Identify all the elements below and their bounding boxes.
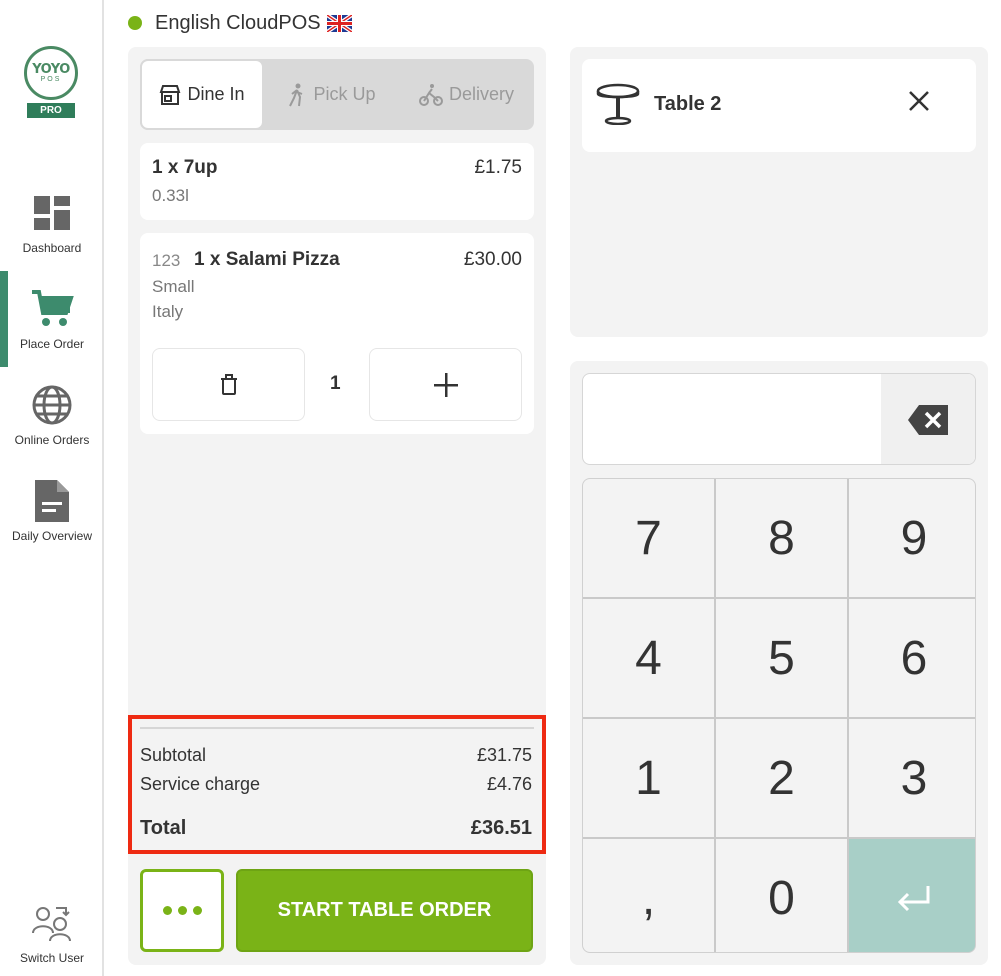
item-detail: 0.33l xyxy=(152,186,189,205)
uk-flag-icon xyxy=(325,12,353,34)
sidebar-item-label: Online Orders xyxy=(14,433,90,447)
sidebar-item-dashboard[interactable]: Dashboard xyxy=(0,175,104,271)
backspace-icon xyxy=(908,405,948,435)
key-3[interactable]: 3 xyxy=(849,719,975,837)
key-5[interactable]: 5 xyxy=(716,599,847,717)
key-4[interactable]: 4 xyxy=(583,599,714,717)
logo-brand: YOYO xyxy=(32,61,70,77)
app-root: YOYO POS PRO Dashboard Place Order Onlin… xyxy=(0,0,1001,976)
document-icon xyxy=(30,479,74,523)
item-price: £30.00 xyxy=(463,249,522,270)
sidebar-item-place-order[interactable]: Place Order xyxy=(0,271,104,367)
dashboard-icon xyxy=(30,191,74,235)
pick-up-label: Pick Up xyxy=(313,84,376,104)
dot xyxy=(192,906,202,915)
backspace-button[interactable] xyxy=(881,374,975,464)
status-dot xyxy=(128,16,142,30)
cart-icon xyxy=(30,287,74,331)
order-type-selector: Dine In Pick Up Delivery xyxy=(140,59,534,130)
subtotal-label: Subtotal xyxy=(140,745,207,765)
service-charge-row: Service charge £4.76 xyxy=(140,774,532,795)
divider xyxy=(140,727,534,729)
switch-user-button[interactable]: Switch User xyxy=(0,890,104,976)
table-icon xyxy=(596,83,640,130)
enter-button[interactable] xyxy=(849,839,975,952)
item-price: £1.75 xyxy=(474,157,522,178)
order-panel: Dine In Pick Up Delivery 1 x 7up £1.75 0… xyxy=(128,47,546,965)
item-code: 123 xyxy=(152,251,181,270)
store-icon xyxy=(160,84,181,105)
key-7[interactable]: 7 xyxy=(583,479,714,597)
order-item-expanded[interactable]: 123 1 x Salami Pizza £30.00 Small Italy … xyxy=(140,233,534,434)
sidebar-item-daily-overview[interactable]: Daily Overview xyxy=(0,463,104,559)
logo: YOYO POS PRO xyxy=(24,46,78,118)
bicycle-icon xyxy=(418,83,443,106)
sidebar-item-label: Daily Overview xyxy=(11,529,92,543)
item-detail: Italy xyxy=(152,302,184,321)
table-card: Table 2 xyxy=(582,59,976,152)
keypad-panel: 7 8 9 4 5 6 1 2 3 , 0 xyxy=(570,361,988,965)
key-8[interactable]: 8 xyxy=(716,479,847,597)
sidebar: YOYO POS PRO Dashboard Place Order Onlin… xyxy=(0,0,104,976)
sidebar-item-label: Dashboard xyxy=(22,241,82,255)
table-panel: Table 2 xyxy=(570,47,988,337)
item-name: 1 x 7up xyxy=(152,157,218,178)
increase-quantity-button[interactable] xyxy=(369,348,522,421)
switch-user-icon xyxy=(30,901,74,945)
service-charge-value: £4.76 xyxy=(486,774,532,794)
switch-user-label: Switch User xyxy=(19,951,84,965)
trash-icon xyxy=(220,373,237,395)
key-comma[interactable]: , xyxy=(583,839,714,952)
sidebar-item-online-orders[interactable]: Online Orders xyxy=(0,367,104,463)
key-9[interactable]: 9 xyxy=(849,479,975,597)
delivery-tab[interactable]: Delivery xyxy=(399,59,534,130)
key-6[interactable]: 6 xyxy=(849,599,975,717)
table-name: Table 2 xyxy=(654,93,722,115)
order-item[interactable]: 1 x 7up £1.75 0.33l xyxy=(140,143,534,220)
keypad-display xyxy=(582,373,976,465)
subtotal-row: Subtotal £31.75 xyxy=(140,745,532,766)
key-2[interactable]: 2 xyxy=(716,719,847,837)
totals-section: Subtotal £31.75 Service charge £4.76 Tot… xyxy=(128,715,546,854)
delivery-label: Delivery xyxy=(448,84,514,104)
header-title: English CloudPOS xyxy=(155,11,321,34)
keypad-grid: 7 8 9 4 5 6 1 2 3 , 0 xyxy=(582,478,976,953)
globe-icon xyxy=(30,383,74,427)
walking-icon xyxy=(289,83,303,106)
sidebar-item-label: Place Order xyxy=(19,337,85,351)
subtotal-value: £31.75 xyxy=(476,745,532,765)
plus-icon xyxy=(433,372,458,397)
logo-sub: POS xyxy=(40,75,62,83)
dine-in-label: Dine In xyxy=(187,84,245,104)
logo-circle: YOYO POS xyxy=(24,46,78,100)
dine-in-tab[interactable]: Dine In xyxy=(140,59,264,130)
dot xyxy=(177,906,187,915)
key-0[interactable]: 0 xyxy=(716,839,847,952)
header: English CloudPOS xyxy=(128,10,353,36)
service-charge-label: Service charge xyxy=(140,774,261,794)
total-row: Total £36.51 xyxy=(140,817,532,840)
item-name: 1 x Salami Pizza xyxy=(194,249,340,270)
pick-up-tab[interactable]: Pick Up xyxy=(264,59,399,130)
delete-item-button[interactable] xyxy=(152,348,305,421)
item-quantity: 1 xyxy=(330,373,341,394)
key-1[interactable]: 1 xyxy=(583,719,714,837)
logo-pro-badge: PRO xyxy=(27,103,75,118)
keypad-input[interactable] xyxy=(583,374,881,464)
total-label: Total xyxy=(140,817,187,839)
start-table-order-button[interactable]: START TABLE ORDER xyxy=(236,869,533,952)
total-value: £36.51 xyxy=(470,817,532,839)
dot xyxy=(162,906,172,915)
more-options-button[interactable] xyxy=(140,869,224,952)
close-icon[interactable] xyxy=(908,90,930,117)
enter-icon xyxy=(897,885,930,911)
item-detail: Small xyxy=(152,277,195,296)
